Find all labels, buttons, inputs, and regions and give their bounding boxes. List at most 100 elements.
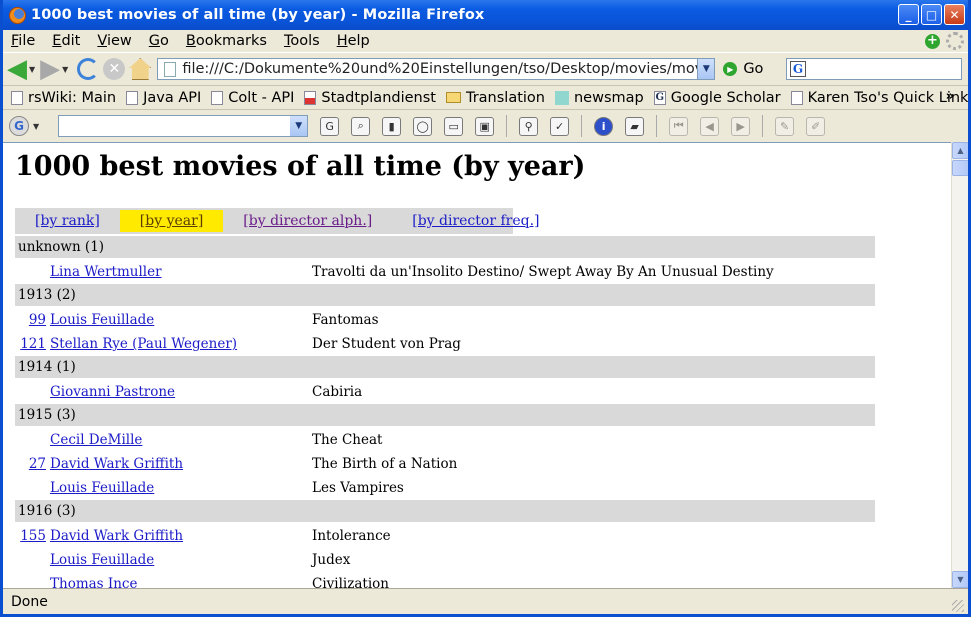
bookmark-label: Colt - API	[228, 89, 295, 106]
google-search-input[interactable]: ▼	[58, 115, 309, 137]
bookmarks-overflow-chevron-icon[interactable]: »	[946, 89, 954, 104]
scrollbar-thumb[interactable]	[952, 160, 968, 176]
back-button[interactable]: ◀	[7, 56, 27, 82]
nav-link-by-director-alph[interactable]: [by director alph.]	[223, 210, 392, 232]
scroll-up-icon[interactable]: ▲	[952, 142, 968, 159]
movie-title: The Cheat	[312, 432, 383, 448]
nav-link-by-rank[interactable]: [by rank]	[15, 210, 120, 232]
google-search-icon[interactable]: G	[320, 116, 340, 136]
director-link[interactable]: David Wark Griffith	[46, 528, 312, 544]
bookmark-colt-api[interactable]: Colt - API	[211, 90, 294, 106]
resize-grip-icon[interactable]	[952, 600, 964, 612]
forward-history-dropdown[interactable]: ▼	[62, 65, 68, 74]
book-icon[interactable]: ▭	[444, 116, 464, 136]
table-row: Giovanni Pastrone Cabiria	[15, 380, 875, 404]
google-icon: G	[653, 90, 666, 105]
director-link[interactable]: David Wark Griffith	[46, 456, 312, 472]
maximize-button[interactable]: □	[921, 4, 942, 25]
bookmark-google-scholar[interactable]: G Google Scholar	[653, 90, 781, 106]
url-bar[interactable]: file:///C:/Dokumente%20und%20Einstellung…	[157, 58, 716, 80]
menu-view[interactable]: View	[95, 32, 133, 50]
previous-page-icon[interactable]: ◀	[700, 116, 720, 136]
menu-edit[interactable]: Edit	[50, 32, 82, 50]
window-title: 1000 best movies of all time (by year) -…	[31, 7, 485, 23]
folder-open-icon[interactable]: ▰	[625, 116, 645, 136]
sort-nav-bar: [by rank] [by year] [by director alph.] …	[15, 208, 540, 234]
bookmark-stadtplandienst[interactable]: Stadtplandienst	[304, 90, 436, 106]
menu-go[interactable]: Go	[147, 32, 171, 50]
rank-link[interactable]: 121	[15, 336, 46, 352]
google-search-dropdown[interactable]: ▼	[290, 116, 308, 136]
news-icon[interactable]: ▮	[382, 116, 402, 136]
nav-link-by-year[interactable]: [by year]	[119, 210, 224, 232]
forward-button[interactable]: ▶	[40, 56, 60, 82]
page-icon	[211, 90, 224, 105]
popup-blocker-icon[interactable]: ▣	[475, 116, 495, 136]
table-row: Thomas Ince Civilization	[15, 572, 875, 588]
movie-title: Der Student von Prag	[312, 336, 461, 352]
bookmark-quick-links[interactable]: Karen Tso's Quick Links	[790, 90, 968, 106]
director-link[interactable]: Stellan Rye (Paul Wegener)	[46, 336, 312, 352]
title-bar: 1000 best movies of all time (by year) -…	[3, 0, 968, 30]
spell-check-icon[interactable]: ✓	[550, 116, 570, 136]
bookmark-translation-folder[interactable]: Translation	[445, 90, 545, 106]
toolbar-separator	[581, 115, 583, 137]
menu-tools[interactable]: Tools	[282, 32, 322, 50]
google-menu-dropdown[interactable]: ▼	[33, 122, 39, 131]
director-link[interactable]: Thomas Ince	[46, 576, 312, 588]
back-history-dropdown[interactable]: ▼	[29, 65, 35, 74]
movie-title: Les Vampires	[312, 480, 404, 496]
home-icon[interactable]	[129, 58, 152, 80]
eraser-icon[interactable]: ✐	[806, 116, 826, 136]
vertical-scrollbar[interactable]: ▲ ▼	[951, 142, 968, 588]
scroll-down-icon[interactable]: ▼	[952, 571, 968, 588]
highlight-search-icon[interactable]: ⚲	[519, 116, 539, 136]
minimize-button[interactable]: _	[898, 4, 919, 25]
reload-icon[interactable]	[77, 58, 100, 80]
go-arrow-icon: ▶	[723, 62, 738, 76]
table-row: 155 David Wark Griffith Intolerance	[15, 524, 875, 548]
rank-link[interactable]: 27	[15, 456, 46, 472]
menu-file[interactable]: File	[9, 32, 37, 50]
director-link[interactable]: Lina Wertmuller	[46, 264, 312, 280]
google-search-engine-icon[interactable]: G	[790, 61, 806, 77]
menu-help[interactable]: Help	[335, 32, 372, 50]
bookmark-newsmap[interactable]: newsmap	[554, 90, 644, 106]
folder-icon	[445, 92, 461, 103]
first-page-icon[interactable]: ⏮	[669, 116, 689, 136]
go-label: Go	[743, 61, 764, 77]
search-box[interactable]: G	[786, 58, 962, 80]
status-text: Done	[11, 593, 48, 610]
map-icon	[304, 90, 317, 105]
bookmark-label: rsWiki: Main	[28, 89, 117, 106]
menu-bar: File Edit View Go Bookmarks Tools Help +	[3, 30, 968, 52]
bookmark-rswiki[interactable]: rsWiki: Main	[11, 90, 116, 106]
page-title: 1000 best movies of all time (by year)	[15, 151, 586, 182]
site-search-icon[interactable]: ⌕	[351, 116, 371, 136]
table-row: Louis Feuillade Judex	[15, 548, 875, 572]
status-bar: Done	[3, 588, 968, 614]
info-icon[interactable]: i	[594, 116, 614, 136]
url-text[interactable]: file:///C:/Dokumente%20und%20Einstellung…	[182, 61, 697, 77]
menu-bookmarks[interactable]: Bookmarks	[184, 32, 269, 50]
director-link[interactable]: Louis Feuillade	[46, 312, 312, 328]
close-button[interactable]: ✕	[944, 4, 965, 25]
director-link[interactable]: Louis Feuillade	[46, 480, 312, 496]
director-link[interactable]: Cecil DeMille	[46, 432, 312, 448]
director-link[interactable]: Giovanni Pastrone	[46, 384, 312, 400]
stop-icon[interactable]: ✕	[103, 58, 126, 80]
url-dropdown-button[interactable]: ▼	[697, 59, 715, 79]
add-icon[interactable]: +	[925, 33, 940, 49]
director-link[interactable]: Louis Feuillade	[46, 552, 312, 568]
bookmark-java-api[interactable]: Java API	[126, 90, 201, 106]
go-button[interactable]: ▶ Go	[723, 61, 763, 77]
next-page-icon[interactable]: ▶	[731, 116, 751, 136]
chat-bubble-icon[interactable]: ◯	[413, 116, 433, 136]
throbber-icon	[946, 32, 964, 50]
pencil-icon[interactable]: ✎	[775, 116, 795, 136]
google-logo-icon[interactable]: G	[9, 116, 29, 136]
rank-link[interactable]: 155	[15, 528, 46, 544]
table-row: 121 Stellan Rye (Paul Wegener) Der Stude…	[15, 332, 875, 356]
rank-link[interactable]: 99	[15, 312, 46, 328]
nav-link-by-director-freq[interactable]: [by director freq.]	[392, 210, 559, 232]
